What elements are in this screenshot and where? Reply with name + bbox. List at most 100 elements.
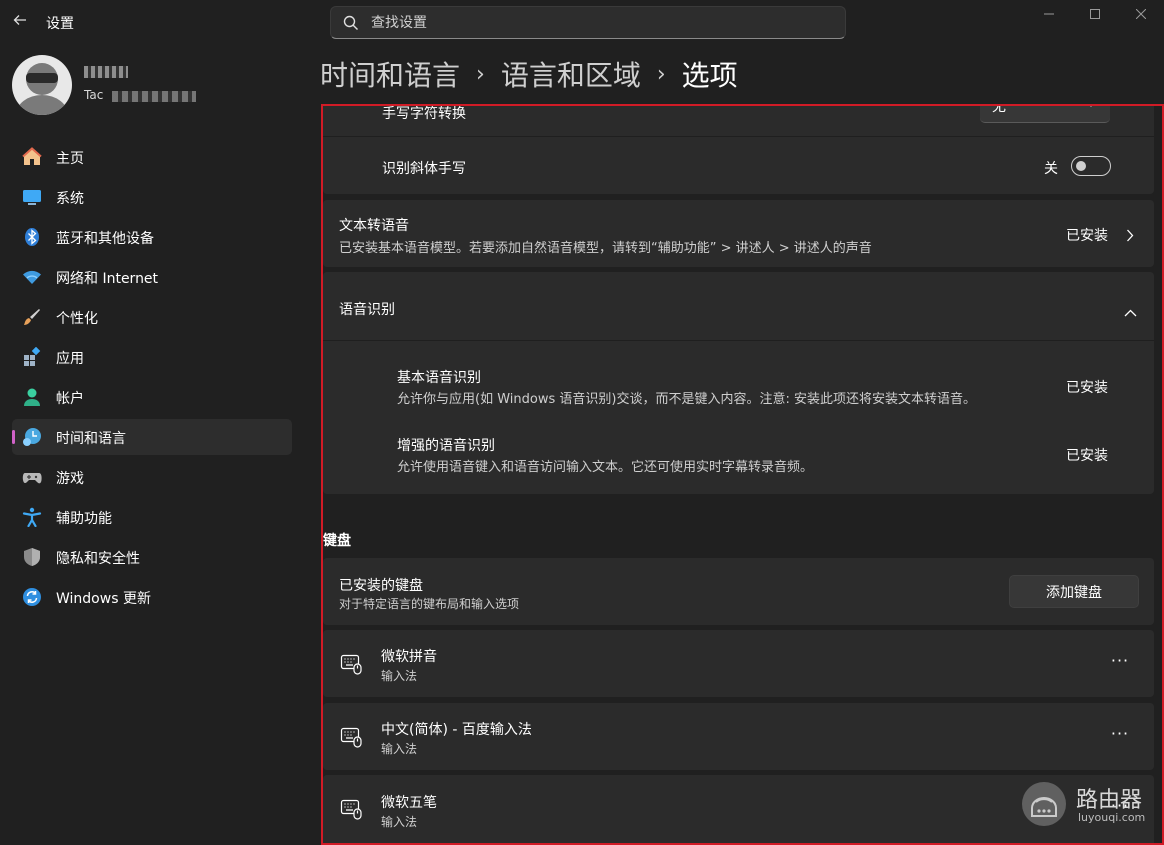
back-arrow-icon [13,15,26,25]
sidebar-item-windows-update[interactable]: Windows 更新 [12,579,292,615]
user-email-prefix: Tac [84,88,104,102]
close-button[interactable] [1118,0,1164,28]
handwriting-convert-dropdown[interactable]: 无 [980,104,1110,123]
wifi-icon [22,267,42,287]
enhanced-speech-title: 增强的语音识别 [397,438,495,454]
sidebar-item-label: 游戏 [56,471,84,487]
sidebar-item-label: Windows 更新 [56,591,151,607]
update-icon [22,587,42,607]
chevron-up-icon [1124,302,1137,321]
tts-status: 已安装 [1066,228,1108,244]
handwriting-card: 手写字符转换 无 识别斜体手写 关 [323,104,1154,194]
back-button[interactable] [8,10,32,34]
tts-description: 已安装基本语音模型。若要添加自然语音模型，请转到“辅助功能” > 讲述人 > 讲… [339,241,872,256]
sidebar-item-network[interactable]: 网络和 Internet [12,259,292,295]
more-options-button[interactable]: ··· [1106,653,1134,674]
keyboard-icon [340,654,362,675]
sidebar-item-label: 系统 [56,191,84,207]
sidebar-item-system[interactable]: 系统 [12,179,292,215]
system-icon [22,187,42,207]
brush-icon [22,307,42,327]
sidebar-item-personalization[interactable]: 个性化 [12,299,292,335]
keyboard-name: 中文(简体) - 百度输入法 [381,722,532,738]
sidebar-item-bluetooth[interactable]: 蓝牙和其他设备 [12,219,292,255]
breadcrumb: 时间和语言 › 语言和区域 › 选项 [320,54,738,94]
sidebar-item-gaming[interactable]: 游戏 [12,459,292,495]
breadcrumb-separator: › [476,61,485,87]
chevron-down-icon [1086,104,1096,110]
sidebar-nav: 主页 系统 蓝牙和其他设备 网络和 Internet 个性化 应用 帐户 时间和… [12,139,292,619]
installed-keyboards-title: 已安装的键盘 [339,578,423,594]
more-options-button[interactable]: ··· [1106,726,1134,747]
tts-title: 文本转语音 [339,218,409,234]
search-icon [343,15,358,30]
keyboard-name: 微软拼音 [381,649,437,665]
maximize-icon [1090,9,1100,19]
keyboard-type: 输入法 [381,669,418,683]
user-name-redacted [84,66,128,78]
home-icon [22,147,42,167]
breadcrumb-item-time-language[interactable]: 时间和语言 [320,54,460,94]
sidebar-item-time-language[interactable]: 时间和语言 [12,419,292,455]
chevron-right-icon [1126,227,1134,246]
watermark-title: 路由器 [1076,788,1143,813]
installed-keyboards-description: 对于特定语言的键布局和输入选项 [339,597,520,611]
sidebar-item-label: 网络和 Internet [56,271,159,287]
bluetooth-icon [22,227,42,247]
accessibility-icon [22,507,42,527]
sidebar-item-accessibility[interactable]: 辅助功能 [12,499,292,535]
dropdown-value: 无 [992,104,1006,115]
router-logo-icon [1022,782,1066,826]
user-email-redacted [112,91,196,102]
keyboard-type: 输入法 [381,815,418,829]
tts-card[interactable]: 文本转语音 已安装基本语音模型。若要添加自然语音模型，请转到“辅助功能” > 讲… [323,200,1154,267]
sidebar-item-label: 隐私和安全性 [56,551,140,567]
italic-handwriting-toggle[interactable] [1071,156,1111,176]
apps-icon [22,347,42,367]
settings-content: 手写字符转换 无 识别斜体手写 关 文本转语音 已安装基本语音模型。若要添加自然… [322,104,1164,845]
italic-handwriting-label: 识别斜体手写 [382,161,466,177]
account-icon [22,387,42,407]
basic-speech-title: 基本语音识别 [397,370,481,386]
basic-speech-description: 允许你与应用(如 Windows 语音识别)交谈，而不是键入内容。注意: 安装此… [397,392,976,407]
speech-recognition-header[interactable]: 语音识别 [323,272,1154,340]
sidebar-item-label: 应用 [56,351,84,367]
sidebar-item-label: 时间和语言 [56,431,126,447]
toggle-state-label: 关 [1044,161,1058,177]
handwriting-convert-label: 手写字符转换 [382,106,466,122]
breadcrumb-separator: › [656,61,666,87]
keyboard-name: 微软五笔 [381,795,437,811]
add-keyboard-button[interactable]: 添加键盘 [1009,575,1139,608]
sidebar-item-label: 个性化 [56,311,98,327]
keyboard-type: 输入法 [381,742,418,756]
app-title: 设置 [46,16,74,32]
breadcrumb-item-language-region[interactable]: 语言和区域 [501,54,641,94]
sidebar-item-accounts[interactable]: 帐户 [12,379,292,415]
watermark-subtitle: luyouqi.com [1078,811,1146,824]
speech-recognition-title: 语音识别 [339,302,395,318]
minimize-icon [1044,13,1054,15]
sidebar-item-home[interactable]: 主页 [12,139,292,175]
keyboard-item: 微软拼音 输入法 ··· [323,630,1154,697]
minimize-button[interactable] [1026,0,1072,28]
sidebar-item-privacy[interactable]: 隐私和安全性 [12,539,292,575]
avatar[interactable] [12,55,72,115]
search-input[interactable] [371,7,831,38]
watermark: 路由器 luyouqi.com [1022,782,1152,828]
search-box[interactable] [330,6,846,39]
keyboard-icon [340,727,362,748]
speech-recognition-card: 语音识别 基本语音识别 允许你与应用(如 Windows 语音识别)交谈，而不是… [323,272,1154,494]
keyboard-icon [340,799,362,820]
keyboard-section-heading: 键盘 [323,533,351,549]
basic-speech-status: 已安装 [1066,380,1108,396]
shield-icon [22,547,42,567]
enhanced-speech-description: 允许使用语音键入和语音访问输入文本。它还可使用实时字幕转录音频。 [397,460,814,475]
sidebar-item-apps[interactable]: 应用 [12,339,292,375]
maximize-button[interactable] [1072,0,1118,28]
window-controls [1026,0,1164,28]
close-icon [1136,9,1146,19]
sidebar-item-label: 主页 [56,151,84,167]
gamepad-icon [22,467,42,487]
sidebar-item-label: 辅助功能 [56,511,112,527]
sidebar-item-label: 帐户 [56,391,84,407]
